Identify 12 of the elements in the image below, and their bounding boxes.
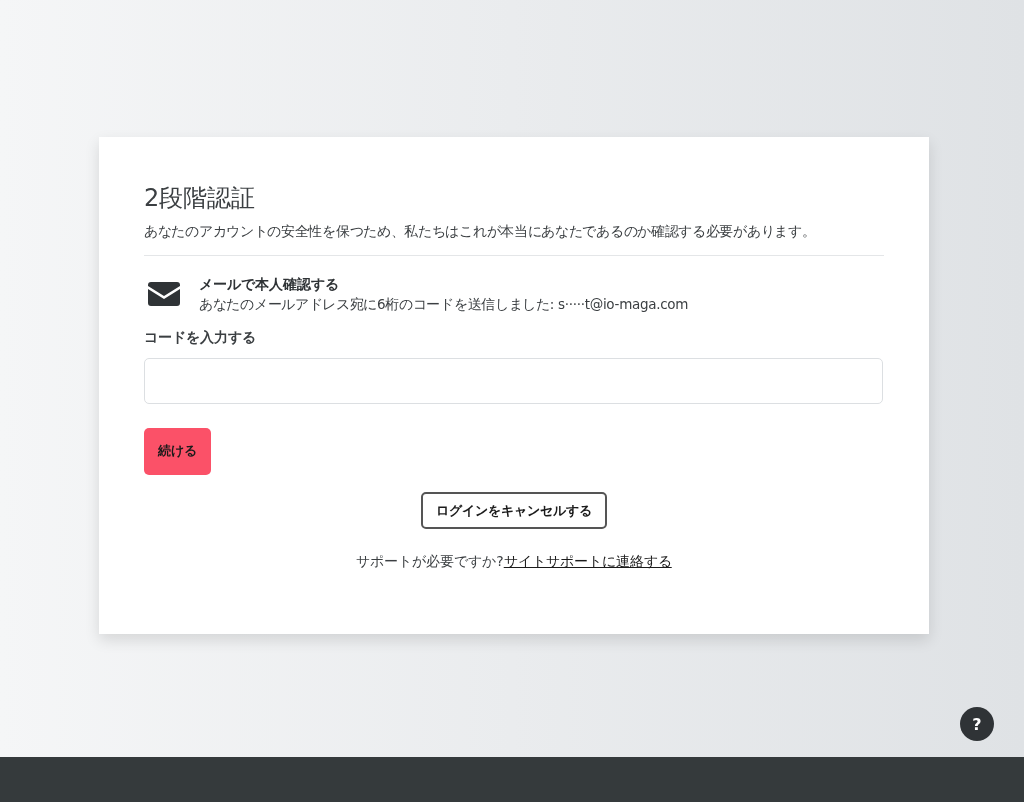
method-title: メールで本人確認する	[199, 275, 340, 294]
continue-button[interactable]: 続ける	[144, 428, 211, 475]
method-detail: あなたのメールアドレス宛に6桁のコードを送信しました: s·····t@io-maga.com	[199, 295, 689, 314]
page-title: 2段階認証	[144, 183, 257, 213]
cancel-login-button[interactable]: ログインをキャンセルする	[421, 492, 607, 529]
envelope-icon	[148, 282, 180, 306]
code-input-field[interactable]	[144, 358, 883, 404]
help-button[interactable]: ?	[960, 707, 994, 741]
field-label: コードを入力する	[144, 328, 257, 347]
support-link[interactable]: サイトサポートに連絡する	[503, 553, 672, 569]
description-text: あなたのアカウントの安全性を保つため、私たちはこれが本当にあなたであるのか確認する必要があります。	[144, 222, 817, 241]
support-text: サポートが必要ですか?サイトサポートに連絡する	[355, 553, 673, 571]
